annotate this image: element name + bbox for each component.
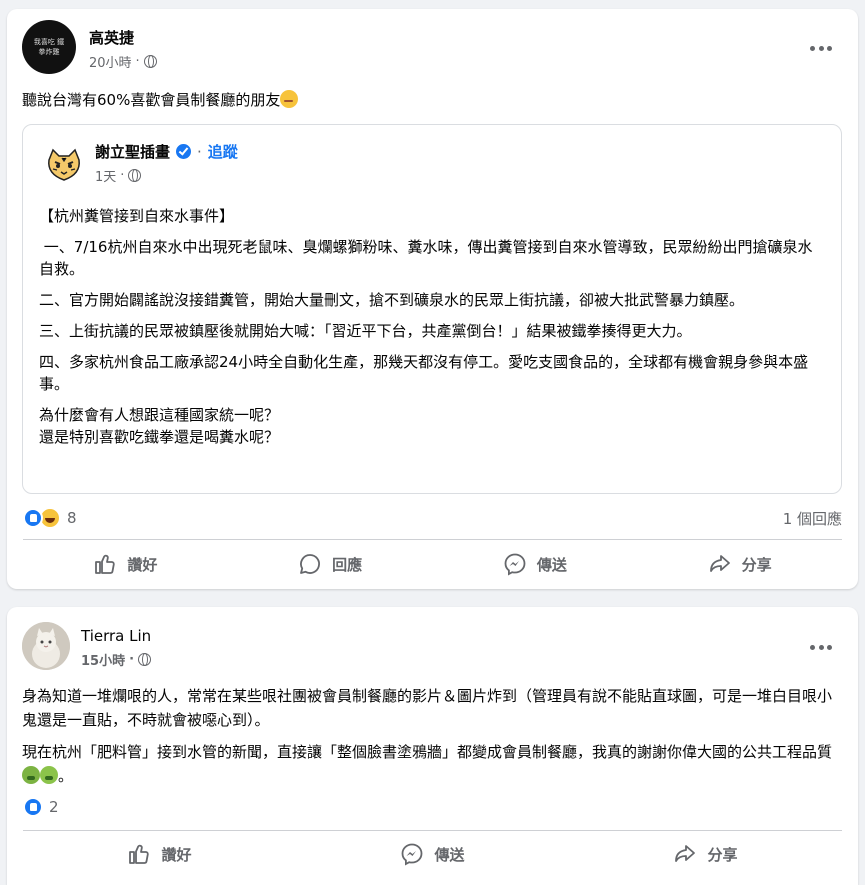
shared-closing-line: 為什麼會有人想跟這種國家統一呢？ [39, 406, 280, 424]
share-label: 分享 [707, 845, 738, 864]
send-label: 傳送 [536, 555, 567, 574]
shared-paragraph: 三、上街抗議的民眾被鎮壓後就開始大喊：「習近平下台，共產黨倒台！」結果被鐵拳揍得… [39, 322, 692, 340]
reaction-summary[interactable]: 2 [23, 797, 59, 817]
meta-separator: · [135, 54, 140, 69]
share-button[interactable]: 分享 [637, 545, 842, 583]
share-label: 分享 [741, 555, 772, 574]
thumbs-up-icon [129, 844, 150, 864]
more-options-button[interactable] [810, 643, 832, 651]
thumbs-up-icon [95, 554, 116, 574]
like-reaction-icon [23, 797, 43, 817]
post-paragraph-text: 現在杭州「肥料管」接到水管的新聞，直接讓「整個臉書塗鴉牆」都變成會員制餐廳，我真… [22, 743, 833, 761]
post-actions: 讚好 傳送 分享 [23, 835, 842, 873]
shared-meta: 1天 · [95, 166, 142, 185]
tiger-icon [42, 143, 86, 187]
send-button[interactable]: 傳送 [296, 835, 569, 873]
post-text-content: 聽說台灣有60%喜歡會員制餐廳的朋友 [22, 91, 281, 109]
post-paragraph-last: 現在杭州「肥料管」接到水管的新聞，直接讓「整個臉書塗鴉牆」都變成會員制餐廳，我真… [22, 740, 843, 788]
share-arrow-icon [675, 845, 696, 862]
globe-icon [128, 169, 142, 182]
globe-icon [143, 55, 157, 68]
like-label: 讚好 [127, 555, 158, 574]
dot-icon [810, 45, 815, 51]
post-time[interactable]: 15小時 [81, 650, 125, 669]
post-author[interactable]: Tierra Lin [81, 627, 151, 645]
shared-author-avatar[interactable] [41, 142, 87, 188]
dot-icon [818, 45, 824, 51]
shared-paragraph: 四、多家杭州食品工廠承認24小時全自動化生產，那幾天都沒有停工。愛吃支國食品的，… [39, 353, 809, 393]
shared-post[interactable]: 謝立聖插畫 · 追蹤 1天 · 【杭州糞管接到自來水事件】 一、7/16杭州自來… [22, 124, 842, 494]
post-card-1: 我喜吃 鐵拳炸雞 高英捷 20小時 · 聽說台灣有60%喜歡會員制餐廳的朋友 謝… [7, 9, 858, 589]
comment-icon [300, 554, 321, 574]
share-button[interactable]: 分享 [569, 835, 842, 873]
verified-badge-icon [176, 144, 192, 159]
thinking-face-icon [280, 90, 299, 108]
send-label: 傳送 [434, 845, 465, 864]
comment-button[interactable]: 回應 [228, 545, 433, 583]
shared-closing-line: 還是特別喜歡吃鐵拳還是喝糞水呢？ [39, 428, 280, 446]
meta-separator: · [129, 652, 135, 667]
shared-post-body: 【杭州糞管接到自來水事件】 一、7/16杭州自來水中出現死老鼠味、臭爛螺獅粉味、… [39, 205, 825, 448]
messenger-icon [504, 553, 526, 576]
shared-author-name[interactable]: 謝立聖插畫 [95, 141, 170, 162]
shared-paragraph: 【杭州糞管接到自來水事件】 [39, 207, 235, 225]
divider [23, 539, 842, 540]
post-time[interactable]: 20小時 [89, 52, 132, 71]
messenger-icon [402, 843, 423, 866]
dot-icon [810, 644, 815, 650]
shared-paragraph: 一、7/16杭州自來水中出現死老鼠味、臭爛螺獅粉味、糞水味，傳出糞管接到自來水管… [39, 238, 813, 278]
post-body: 身為知道一堆爛哏的人，常常在某些哏社團被會員制餐廳的影片＆圖片炸到（管理員有說不… [22, 684, 843, 788]
post-paragraph: 身為知道一堆爛哏的人，常常在某些哏社團被會員制餐廳的影片＆圖片炸到（管理員有說不… [22, 687, 833, 729]
like-button[interactable]: 讚好 [23, 545, 228, 583]
send-button[interactable]: 傳送 [433, 545, 638, 583]
post-meta: 20小時 · [89, 52, 157, 71]
vomiting-face-icon [40, 766, 58, 784]
shared-author-row: 謝立聖插畫 · 追蹤 [95, 141, 238, 162]
globe-icon [138, 653, 152, 666]
like-reaction-icon [23, 508, 43, 528]
post-author[interactable]: 高英捷 [89, 27, 134, 48]
more-options-button[interactable] [810, 44, 832, 52]
shared-paragraph: 二、官方開始闢謠說沒接錯糞管，開始大量刪文，搶不到礦泉水的民眾上街抗議，卻被大批… [39, 291, 745, 309]
reaction-count: 8 [67, 509, 77, 527]
post-card-2: Tierra Lin 15小時 · 身為知道一堆爛哏的人，常常在某些哏社團被會員… [7, 607, 858, 885]
dot-icon [827, 644, 832, 650]
reaction-summary[interactable]: 8 [23, 507, 77, 529]
like-label: 讚好 [161, 845, 192, 864]
dot-icon [827, 45, 832, 51]
share-arrow-icon [709, 555, 730, 572]
post-paragraph-end: 。 [58, 767, 74, 785]
post-meta: 15小時 · [81, 650, 152, 669]
follow-button[interactable]: 追蹤 [208, 141, 238, 162]
dot-icon [818, 644, 824, 650]
reactions-bar: 8 1 個回應 [23, 507, 842, 529]
shared-author-separator: · [197, 142, 202, 161]
reaction-count: 2 [49, 798, 59, 816]
post-text: 聽說台灣有60%喜歡會員制餐廳的朋友 [22, 88, 843, 112]
divider [23, 830, 842, 831]
shared-time[interactable]: 1天 [95, 166, 116, 185]
post-actions: 讚好 回應 傳送 分享 [23, 545, 842, 583]
comment-label: 回應 [332, 555, 363, 574]
shared-meta-separator: · [120, 168, 125, 183]
reactions-bar: 2 [23, 797, 842, 817]
author-avatar[interactable] [22, 622, 70, 670]
cat-photo-icon [22, 622, 70, 670]
author-avatar[interactable]: 我喜吃 鐵拳炸雞 [22, 20, 76, 74]
nauseated-face-icon [22, 766, 40, 784]
comment-count[interactable]: 1 個回應 [783, 508, 842, 529]
like-button[interactable]: 讚好 [23, 835, 296, 873]
avatar-text: 我喜吃 鐵拳炸雞 [33, 38, 65, 56]
